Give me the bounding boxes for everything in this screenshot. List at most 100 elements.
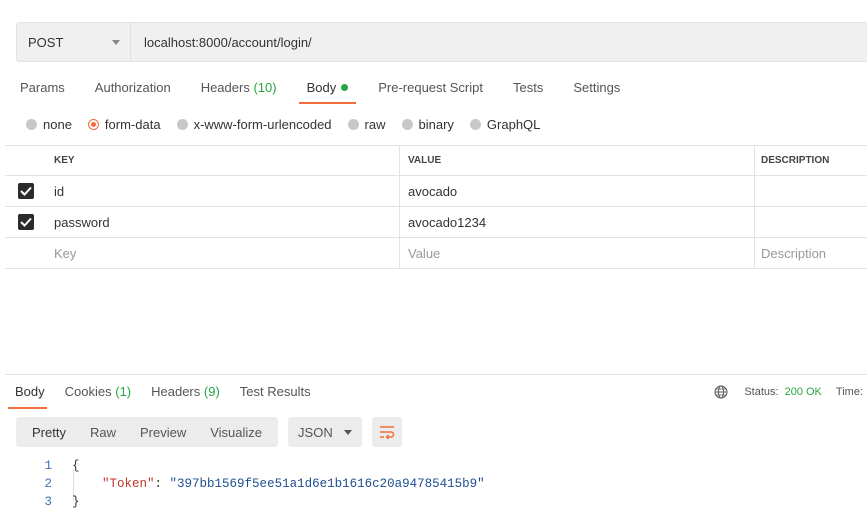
- tab-label: Params: [20, 80, 65, 95]
- response-tabs: Body Cookies (1) Headers (9) Test Result…: [5, 374, 867, 409]
- response-headers-count: (9): [203, 384, 220, 399]
- radio-icon: [469, 119, 481, 130]
- table-row: password avocado1234: [5, 207, 867, 238]
- row-check-cell: [5, 207, 46, 237]
- code-text: }: [72, 495, 80, 509]
- response-body-editor[interactable]: 1 { 2 "Token": "397bb1569f5ee51a1d6e1b16…: [36, 457, 485, 511]
- tab-label: Tests: [512, 80, 544, 95]
- tab-headers[interactable]: Headers (10): [186, 72, 292, 104]
- wrap-lines-icon: [380, 426, 395, 439]
- radio-label: x-www-form-urlencoded: [193, 117, 332, 132]
- method-select[interactable]: POST: [17, 23, 131, 61]
- tab-label: Cookies: [64, 384, 112, 399]
- line-number: 1: [44, 459, 52, 473]
- description-cell[interactable]: [755, 207, 867, 237]
- checkbox[interactable]: [17, 214, 34, 230]
- radio-label: form-data: [104, 117, 161, 132]
- row-check-cell: [5, 238, 46, 268]
- key-cell[interactable]: password: [46, 207, 400, 237]
- row-check-cell: [5, 176, 46, 206]
- tab-label: Headers: [151, 384, 201, 399]
- tab-label: Headers: [200, 80, 250, 95]
- radio-raw[interactable]: raw: [347, 117, 386, 132]
- request-tabs: Params Authorization Headers (10) Body P…: [5, 72, 635, 104]
- method-label: POST: [28, 34, 64, 50]
- table-row: id avocado: [5, 176, 867, 207]
- modified-dot-icon: [341, 84, 349, 91]
- code-text: "Token": "397bb1569f5ee51a1d6e1b1616c20a…: [72, 477, 485, 491]
- radio-label: binary: [418, 117, 454, 132]
- radio-icon: [26, 119, 37, 130]
- radio-icon: [401, 119, 413, 130]
- table-row-new: Key Value Description: [5, 238, 867, 269]
- radio-label: none: [43, 117, 72, 132]
- description-cell[interactable]: [755, 176, 867, 206]
- url-input[interactable]: localhost:8000/account/login/: [131, 35, 312, 50]
- line-number: 2: [44, 477, 52, 491]
- tab-tests[interactable]: Tests: [498, 72, 558, 104]
- time-label: Time:: [835, 386, 863, 398]
- format-select[interactable]: JSON: [288, 417, 363, 447]
- key-placeholder-input[interactable]: Key: [46, 238, 400, 268]
- tab-label: Authorization: [94, 80, 171, 95]
- line-number: 3: [44, 495, 52, 509]
- column-header-key: KEY: [46, 146, 400, 175]
- tab-label: Body: [15, 384, 45, 399]
- response-view-bar: Pretty Raw Preview Visualize JSON: [16, 417, 403, 447]
- json-key: "Token": [102, 477, 155, 491]
- globe-icon[interactable]: [714, 385, 728, 399]
- value-placeholder-input[interactable]: Value: [400, 238, 755, 268]
- radio-selected-icon: [87, 119, 99, 130]
- view-mode-group: Pretty Raw Preview Visualize: [16, 417, 279, 447]
- radio-label: GraphQL: [486, 117, 541, 132]
- headers-count: (10): [253, 80, 277, 95]
- code-text: {: [72, 459, 80, 473]
- radio-x-www-form-urlencoded[interactable]: x-www-form-urlencoded: [176, 117, 332, 132]
- checkbox[interactable]: [17, 183, 34, 199]
- tab-response-body[interactable]: Body: [5, 375, 55, 409]
- json-colon: :: [154, 477, 170, 491]
- tab-label: Pre-request Script: [378, 80, 483, 95]
- tab-pre-request-script[interactable]: Pre-request Script: [363, 72, 498, 104]
- radio-icon: [347, 119, 359, 130]
- form-data-table: KEY VALUE DESCRIPTION id avocado passwor…: [5, 145, 867, 269]
- description-placeholder-input[interactable]: Description: [755, 238, 867, 268]
- radio-label: raw: [364, 117, 386, 132]
- code-line: 3 }: [36, 493, 485, 511]
- tab-authorization[interactable]: Authorization: [80, 72, 186, 104]
- tab-label: Body: [306, 80, 337, 95]
- radio-binary[interactable]: binary: [401, 117, 454, 132]
- column-header-value: VALUE: [400, 146, 755, 175]
- chevron-down-icon: [112, 39, 120, 45]
- chevron-down-icon: [344, 429, 353, 435]
- radio-graphql[interactable]: GraphQL: [469, 117, 541, 132]
- tab-body[interactable]: Body: [292, 72, 364, 104]
- radio-form-data[interactable]: form-data: [87, 117, 161, 132]
- radio-none[interactable]: none: [26, 117, 72, 132]
- json-string-value: "397bb1569f5ee51a1d6e1b1616c20a94785415b…: [169, 477, 485, 491]
- header-check-cell: [5, 146, 46, 175]
- value-cell[interactable]: avocado1234: [400, 207, 755, 237]
- format-label: JSON: [298, 424, 333, 440]
- wrap-lines-button[interactable]: [372, 417, 403, 447]
- tab-cookies[interactable]: Cookies (1): [55, 375, 141, 409]
- tab-settings[interactable]: Settings: [558, 72, 635, 104]
- code-line: 2 "Token": "397bb1569f5ee51a1d6e1b1616c2…: [36, 475, 485, 493]
- tab-label: Test Results: [239, 384, 311, 399]
- response-status-bar: Status: 200 OK Time:: [714, 375, 863, 409]
- tab-test-results[interactable]: Test Results: [230, 375, 321, 409]
- cookies-count: (1): [115, 384, 132, 399]
- view-visualize-button[interactable]: Visualize: [198, 417, 274, 447]
- tab-response-headers[interactable]: Headers (9): [141, 375, 230, 409]
- status-value[interactable]: 200 OK: [785, 386, 822, 398]
- request-url-bar: POST localhost:8000/account/login/: [16, 22, 867, 62]
- table-header: KEY VALUE DESCRIPTION: [5, 145, 867, 176]
- radio-icon: [176, 119, 188, 130]
- view-pretty-button[interactable]: Pretty: [20, 417, 78, 447]
- view-preview-button[interactable]: Preview: [128, 417, 198, 447]
- key-cell[interactable]: id: [46, 176, 400, 206]
- value-cell[interactable]: avocado: [400, 176, 755, 206]
- column-header-description: DESCRIPTION: [761, 155, 830, 166]
- tab-params[interactable]: Params: [5, 72, 80, 104]
- view-raw-button[interactable]: Raw: [78, 417, 128, 447]
